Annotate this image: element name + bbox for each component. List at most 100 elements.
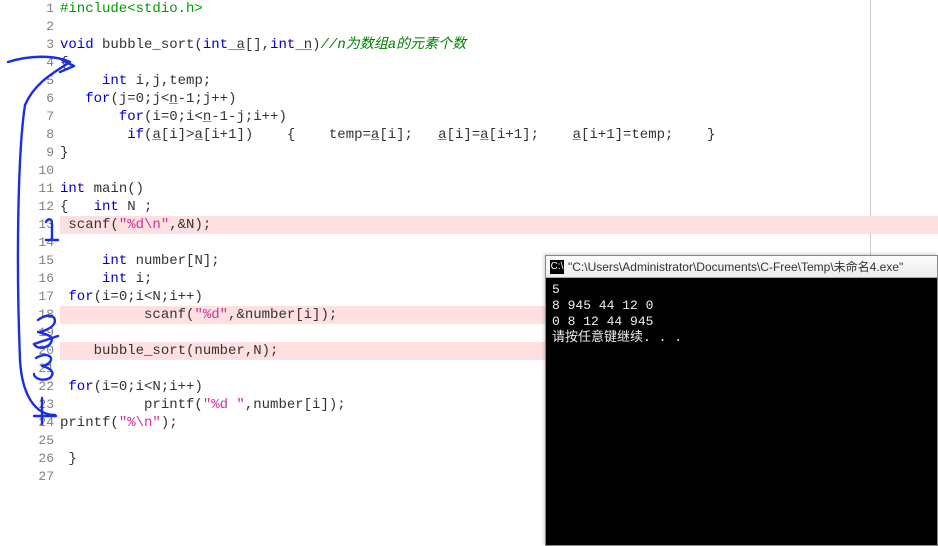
code-text: ,&number[i]); [228, 307, 337, 323]
code-text: ,&N); [169, 217, 211, 233]
code-line[interactable]: { [60, 54, 938, 72]
var: a [573, 127, 581, 143]
line-number: 19 [0, 324, 54, 342]
code-text: -1;j++) [178, 91, 237, 107]
code-line[interactable]: scanf("%d\n",&N); [60, 216, 938, 234]
line-number: 22 [0, 378, 54, 396]
param: n [295, 37, 312, 53]
line-number: 3 [0, 36, 54, 54]
code-text: main() [85, 181, 144, 197]
code-text: i,j,temp; [127, 73, 211, 89]
brace: } [60, 145, 68, 161]
code-text: i; [127, 271, 152, 287]
code-text: ) [312, 37, 320, 53]
type: int [270, 37, 295, 53]
brace: { [60, 199, 94, 215]
code-text: [i+1]; [489, 127, 573, 143]
line-number: 11 [0, 180, 54, 198]
type: int [102, 73, 127, 89]
code-text: (i=0;i<N;i++) [94, 289, 203, 305]
code-line[interactable]: int i,j,temp; [60, 72, 938, 90]
keyword: for [68, 379, 93, 395]
code-text: (i=0;i< [144, 109, 203, 125]
console-window[interactable]: C:\ "C:\Users\Administrator\Documents\C-… [545, 255, 938, 546]
line-number: 6 [0, 90, 54, 108]
code-line[interactable]: } [60, 144, 938, 162]
code-text: [i]= [447, 127, 481, 143]
line-number: 27 [0, 468, 54, 486]
line-number: 8 [0, 126, 54, 144]
code-text: [i+1]) [203, 127, 253, 143]
code-line[interactable]: for(j=0;j<n-1;j++) [60, 90, 938, 108]
code-text: scanf( [68, 217, 118, 233]
code-text: printf( [144, 397, 203, 413]
console-line: 0 8 12 44 945 [552, 314, 653, 329]
code-line[interactable]: int main() [60, 180, 938, 198]
code-line[interactable]: if(a[i]>a[i+1]) { temp=a[i]; a[i]=a[i+1]… [60, 126, 938, 144]
keyword: if [127, 127, 144, 143]
keyword: for [68, 289, 93, 305]
type: int [60, 181, 85, 197]
line-number: 18 [0, 306, 54, 324]
line-number: 10 [0, 162, 54, 180]
console-line: 5 [552, 282, 560, 297]
line-number: 23 [0, 396, 54, 414]
line-number: 9 [0, 144, 54, 162]
var: n [169, 91, 177, 107]
type: int [102, 253, 127, 269]
code-text: (i=0;i<N;i++) [94, 379, 203, 395]
code-line[interactable] [60, 18, 938, 36]
code-text: ,number[i]); [245, 397, 346, 413]
string: "%\n" [119, 415, 161, 431]
code-text: [i+1]=temp; } [581, 127, 715, 143]
console-title-text: "C:\Users\Administrator\Documents\C-Free… [568, 258, 903, 275]
code-line[interactable] [60, 234, 938, 252]
line-number: 21 [0, 360, 54, 378]
code-line[interactable]: for(i=0;i<n-1-j;i++) [60, 108, 938, 126]
brace: { [60, 55, 68, 71]
code-text: bubble_sort(number,N); [94, 343, 279, 359]
line-number-gutter: 1 2 3 4 5 6 7 8 9 10 11 12 13 14 15 16 1… [0, 0, 60, 546]
string: "%d" [194, 307, 228, 323]
var: a [194, 127, 202, 143]
code-text: [], [245, 37, 270, 53]
code-text: { [253, 127, 329, 143]
string: "%d\n" [119, 217, 169, 233]
code-text: [i]> [161, 127, 195, 143]
code-line[interactable]: { int N ; [60, 198, 938, 216]
preprocessor: #include<stdio.h> [60, 1, 203, 17]
code-line[interactable]: void bubble_sort(int a[],int n)//n为数组a的元… [60, 36, 938, 54]
type: int [102, 271, 127, 287]
code-text: temp= [329, 127, 371, 143]
line-number: 1 [0, 0, 54, 18]
var: a [480, 127, 488, 143]
line-number: 4 [0, 54, 54, 72]
line-number: 15 [0, 252, 54, 270]
code-text: N ; [119, 199, 153, 215]
code-text: scanf( [144, 307, 194, 323]
line-number: 25 [0, 432, 54, 450]
code-text: [i]; [379, 127, 438, 143]
type: int [203, 37, 228, 53]
code-text: ); [161, 415, 178, 431]
line-number: 13 [0, 216, 54, 234]
console-output[interactable]: 5 8 945 44 12 0 0 8 12 44 945 请按任意键继续. .… [546, 278, 937, 350]
code-text: -1-j;i++) [211, 109, 287, 125]
code-line[interactable]: #include<stdio.h> [60, 0, 938, 18]
line-number: 5 [0, 72, 54, 90]
console-titlebar[interactable]: C:\ "C:\Users\Administrator\Documents\C-… [546, 256, 937, 278]
keyword: void [60, 37, 94, 53]
line-number: 2 [0, 18, 54, 36]
string: "%d " [203, 397, 245, 413]
console-line: 8 945 44 12 0 [552, 298, 653, 313]
code-text: (j=0;j< [110, 91, 169, 107]
line-number: 24 [0, 414, 54, 432]
line-number: 16 [0, 270, 54, 288]
var: n [203, 109, 211, 125]
code-line[interactable] [60, 162, 938, 180]
var: a [152, 127, 160, 143]
code-text: printf( [60, 415, 119, 431]
keyword: for [119, 109, 144, 125]
line-number: 7 [0, 108, 54, 126]
console-app-icon: C:\ [550, 260, 564, 274]
